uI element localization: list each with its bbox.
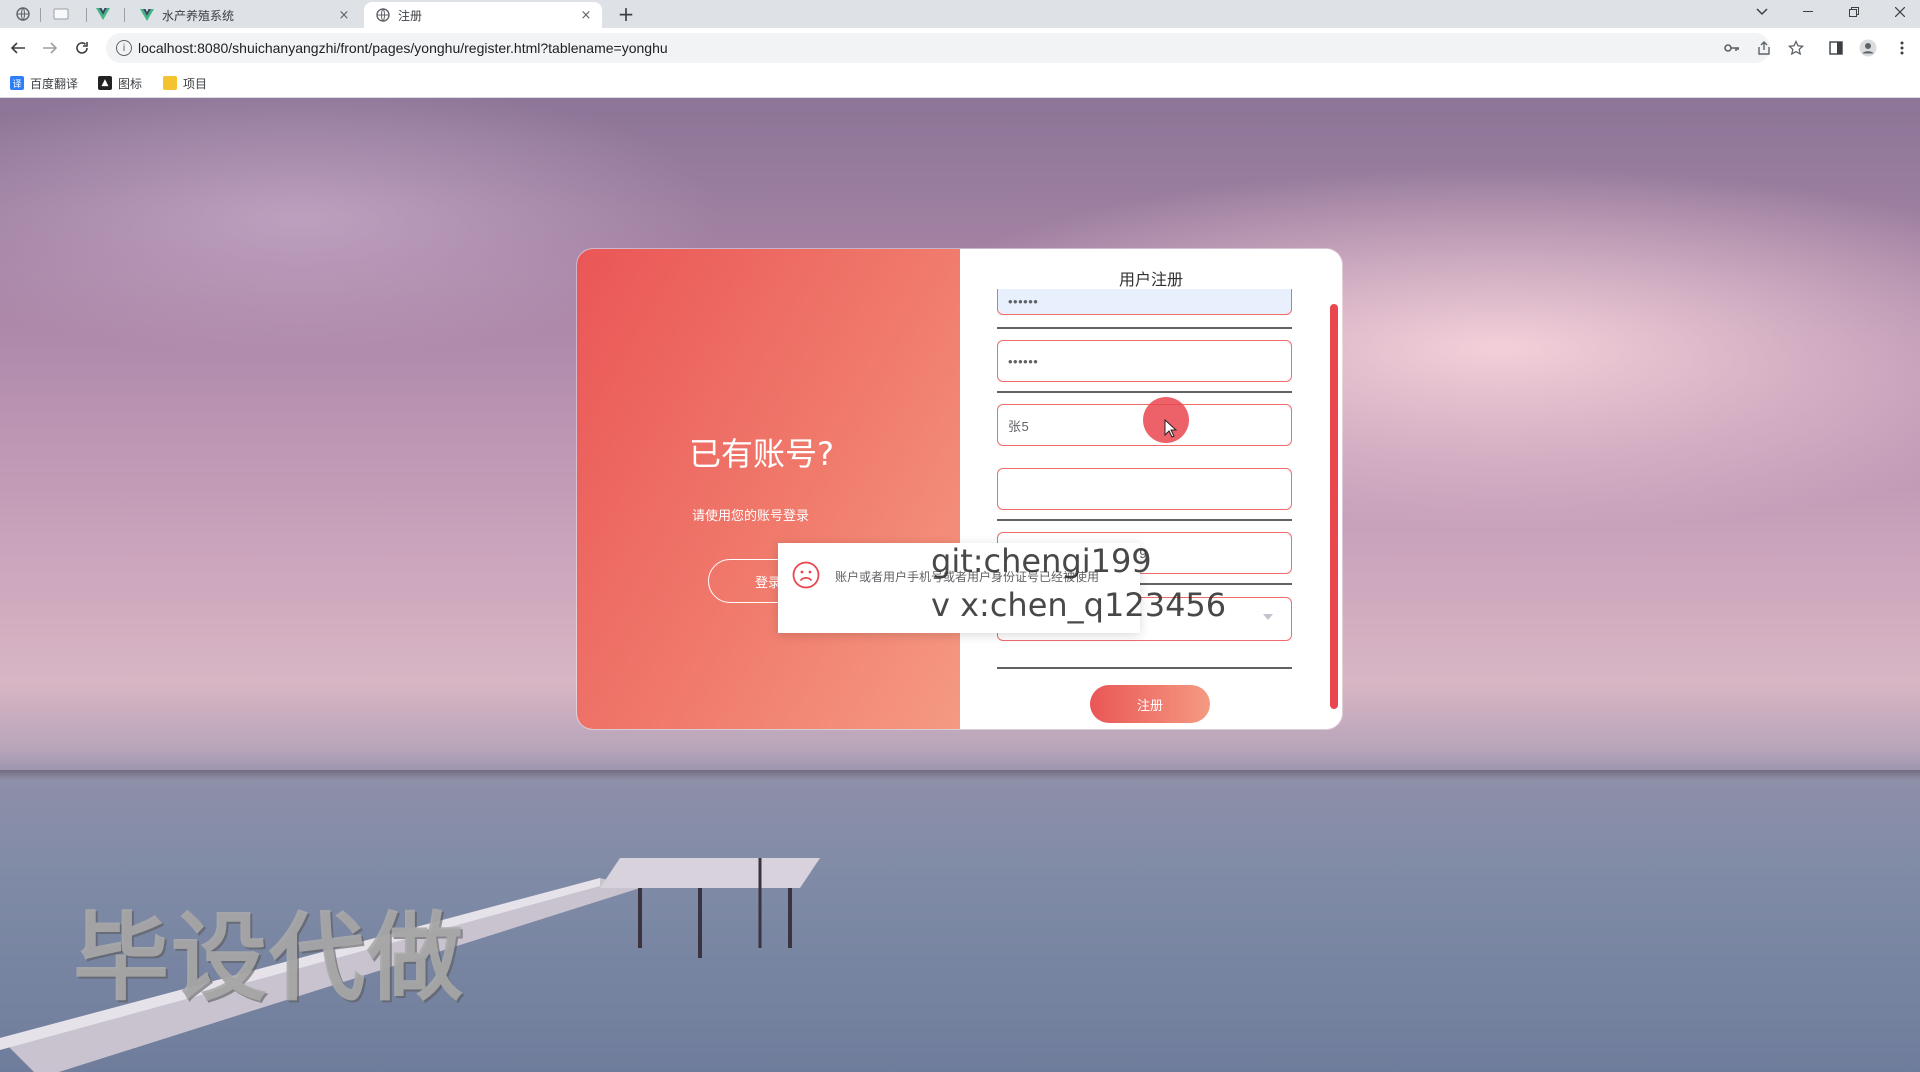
share-icon[interactable] xyxy=(1754,38,1774,58)
phone-field[interactable] xyxy=(997,468,1292,510)
menu-kebab-icon[interactable] xyxy=(1892,38,1912,58)
register-submit-button[interactable]: 注册 xyxy=(1090,685,1210,723)
watermark-vx: v x:chen_q123456 xyxy=(931,586,1227,624)
close-tab-icon[interactable]: × xyxy=(336,7,352,23)
mouse-cursor-icon xyxy=(1164,419,1178,438)
field-value: •••••• xyxy=(1008,353,1039,369)
chevron-down-icon xyxy=(1263,614,1273,620)
tab-title: 注册 xyxy=(398,8,423,23)
globe-icon xyxy=(376,8,390,22)
new-tab-button[interactable]: + xyxy=(614,2,638,26)
sad-face-icon xyxy=(792,561,820,589)
toolbar: i localhost:8080/shuichanyangzhi/front/p… xyxy=(0,28,1920,68)
bookmark-label: 项目 xyxy=(183,76,208,91)
tab-aquaculture[interactable]: 水产养殖系统 × xyxy=(128,2,360,28)
side-panel-icon[interactable] xyxy=(1826,38,1846,58)
folder-icon xyxy=(163,76,177,90)
reload-icon[interactable] xyxy=(70,36,94,60)
restore-icon[interactable] xyxy=(1834,0,1874,24)
register-form: 用户注册 •••••• •••••• 张5 444555888899999999… xyxy=(960,249,1342,729)
close-window-icon[interactable] xyxy=(1880,0,1920,24)
globe-icon[interactable] xyxy=(8,2,38,26)
profile-avatar-icon[interactable] xyxy=(1858,38,1878,58)
watermark-large-text: 毕设代做 xyxy=(73,902,465,1014)
welcome-title: 已有账号? xyxy=(689,435,834,473)
register-card: 已有账号? 请使用您的账号登录 登录 用户注册 •••••• •••••• 张5… xyxy=(577,249,1342,729)
bookmark-baidu-translate[interactable]: 译 百度翻译 xyxy=(10,73,78,93)
form-scrollbar[interactable] xyxy=(1330,304,1338,709)
vue-logo-icon xyxy=(140,8,154,22)
bookmark-label: 百度翻译 xyxy=(30,76,79,91)
watermark-git: git:chengi199 xyxy=(931,542,1152,580)
confirm-password-field[interactable]: •••••• xyxy=(997,340,1292,382)
address-bar[interactable]: i localhost:8080/shuichanyangzhi/front/p… xyxy=(106,33,1770,63)
url-text: localhost:8080/shuichanyangzhi/front/pag… xyxy=(138,40,668,56)
form-title: 用户注册 xyxy=(1118,270,1183,289)
tab-search-icon[interactable] xyxy=(1742,0,1782,24)
forward-arrow-icon[interactable] xyxy=(38,36,62,60)
key-icon[interactable] xyxy=(1722,38,1742,58)
translate-icon: 译 xyxy=(10,76,24,90)
bookmark-icons[interactable]: ▲ 图标 xyxy=(98,73,142,93)
bookmark-label: 图标 xyxy=(118,76,143,91)
info-icon[interactable]: i xyxy=(116,40,132,56)
minimize-icon[interactable] xyxy=(1788,0,1828,24)
back-arrow-icon[interactable] xyxy=(6,36,30,60)
tab-title: 水产养殖系统 xyxy=(162,8,235,23)
welcome-panel: 已有账号? 请使用您的账号登录 登录 xyxy=(577,249,960,729)
tab-strip: 水产养殖系统 × 注册 × + xyxy=(0,0,1920,28)
field-value: •••••• xyxy=(1008,294,1039,309)
bookmarks-bar: 译 百度翻译 ▲ 图标 项目 xyxy=(0,68,1920,98)
field-value: 张5 xyxy=(1008,418,1030,434)
welcome-subtitle: 请使用您的账号登录 xyxy=(692,509,810,524)
image-icon: ▲ xyxy=(98,76,112,90)
close-tab-icon[interactable]: × xyxy=(578,7,594,23)
bookmark-star-icon[interactable] xyxy=(1786,38,1806,58)
bookmark-project[interactable]: 项目 xyxy=(163,73,207,93)
password-field[interactable]: •••••• xyxy=(997,289,1292,315)
tab-register[interactable]: 注册 × xyxy=(364,2,602,28)
vue-logo-icon[interactable] xyxy=(88,2,118,26)
blank-tab-icon[interactable] xyxy=(46,2,76,26)
